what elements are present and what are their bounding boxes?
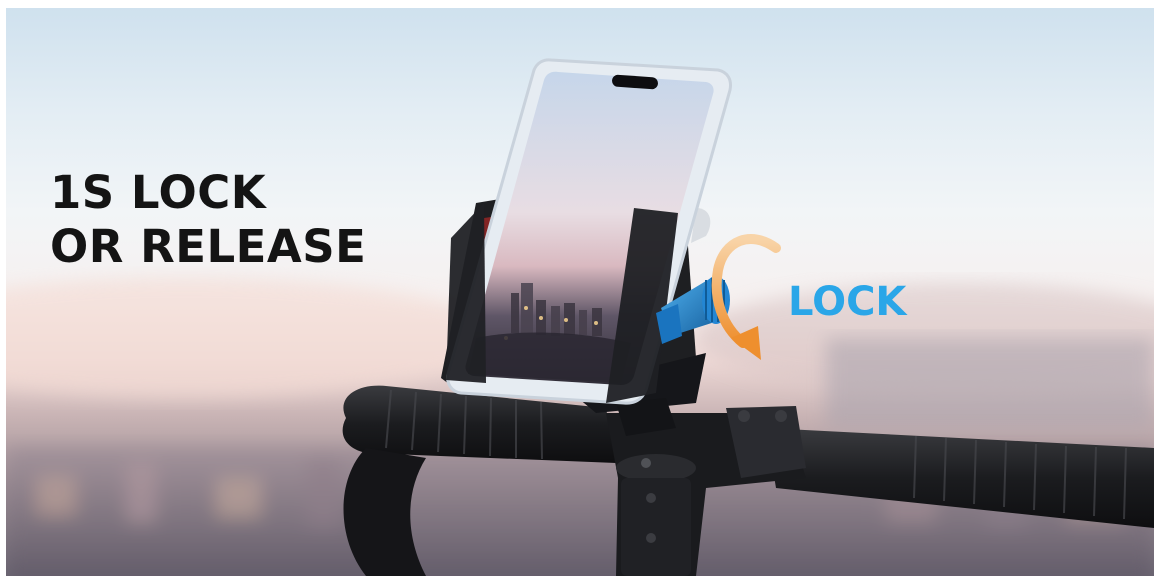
left-clamp-arm (446, 203, 486, 383)
product-photo: 1S LOCK OR RELEASE LOCK (6, 8, 1154, 576)
image-frame: 1S LOCK OR RELEASE LOCK (0, 0, 1154, 576)
phone-mount-illustration (342, 58, 1154, 576)
handlebar (342, 385, 1154, 576)
headline-line-2: OR RELEASE (50, 220, 367, 273)
lock-callout-label: LOCK (788, 279, 907, 325)
headline: 1S LOCK OR RELEASE (50, 166, 366, 274)
headline-line-1: 1S LOCK (50, 166, 267, 219)
